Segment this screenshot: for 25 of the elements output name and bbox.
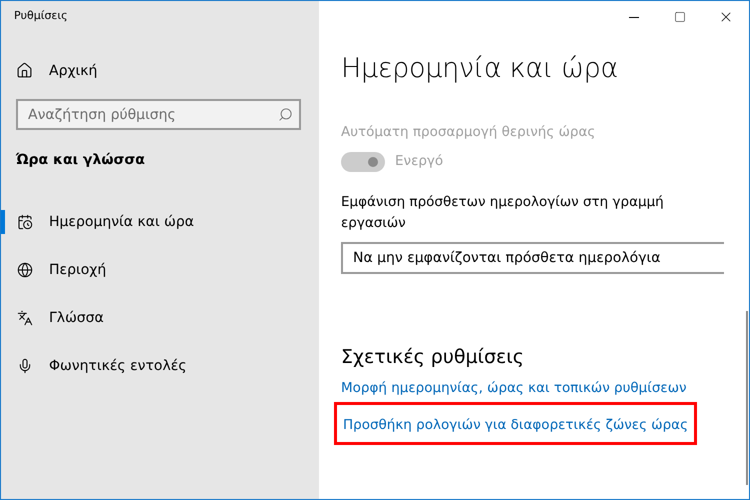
- window-title: Ρυθμίσεις: [14, 9, 69, 22]
- toggle-state: Ενεργό: [395, 152, 444, 171]
- language-icon: [17, 310, 33, 326]
- section-heading: Σχετικές ρυθμίσεις: [341, 346, 525, 368]
- search-field[interactable]: Αναζήτηση ρύθμισης: [16, 99, 301, 130]
- home-icon: [16, 62, 33, 79]
- setting-label: Αυτόματη προσαρμογή θερινής ώρας: [341, 123, 596, 142]
- globe-icon: [17, 262, 33, 278]
- section-heading: Ώρα και γλώσσα: [16, 152, 146, 168]
- settings-link[interactable]: Προσθήκη ρολογιών για διαφορετικές ζώνες ώρας: [343, 417, 688, 433]
- settings-link[interactable]: Μορφή ημερομηνίας, ώρας και τοπικών ρυθμίσεων: [341, 380, 687, 396]
- sidebar-item[interactable]: Ημερομηνία και ώρα: [1, 198, 319, 246]
- setting-label: Εμφάνιση πρόσθετων ημερολογίων στη γραμμή εργασιών: [341, 193, 665, 233]
- minimize-icon: [629, 16, 639, 18]
- maximize-icon: [674, 11, 686, 23]
- sidebar-item[interactable]: Περιοχή: [1, 246, 319, 294]
- search-icon: [278, 107, 293, 122]
- calendar-dropdown[interactable]: Να μην εμφανίζονται πρόσθετα ημερολόγια: [341, 242, 724, 274]
- home-link[interactable]: Αρχική: [16, 62, 319, 79]
- calendar-clock-icon: [17, 214, 33, 230]
- sidebar-item[interactable]: Γλώσσα: [1, 294, 319, 342]
- microphone-icon: [17, 358, 33, 374]
- sidebar-item[interactable]: Φωνητικές εντολές: [1, 342, 319, 390]
- scrollbar[interactable]: [746, 311, 748, 485]
- page-title: Ημερομηνία και ώρα: [341, 53, 619, 84]
